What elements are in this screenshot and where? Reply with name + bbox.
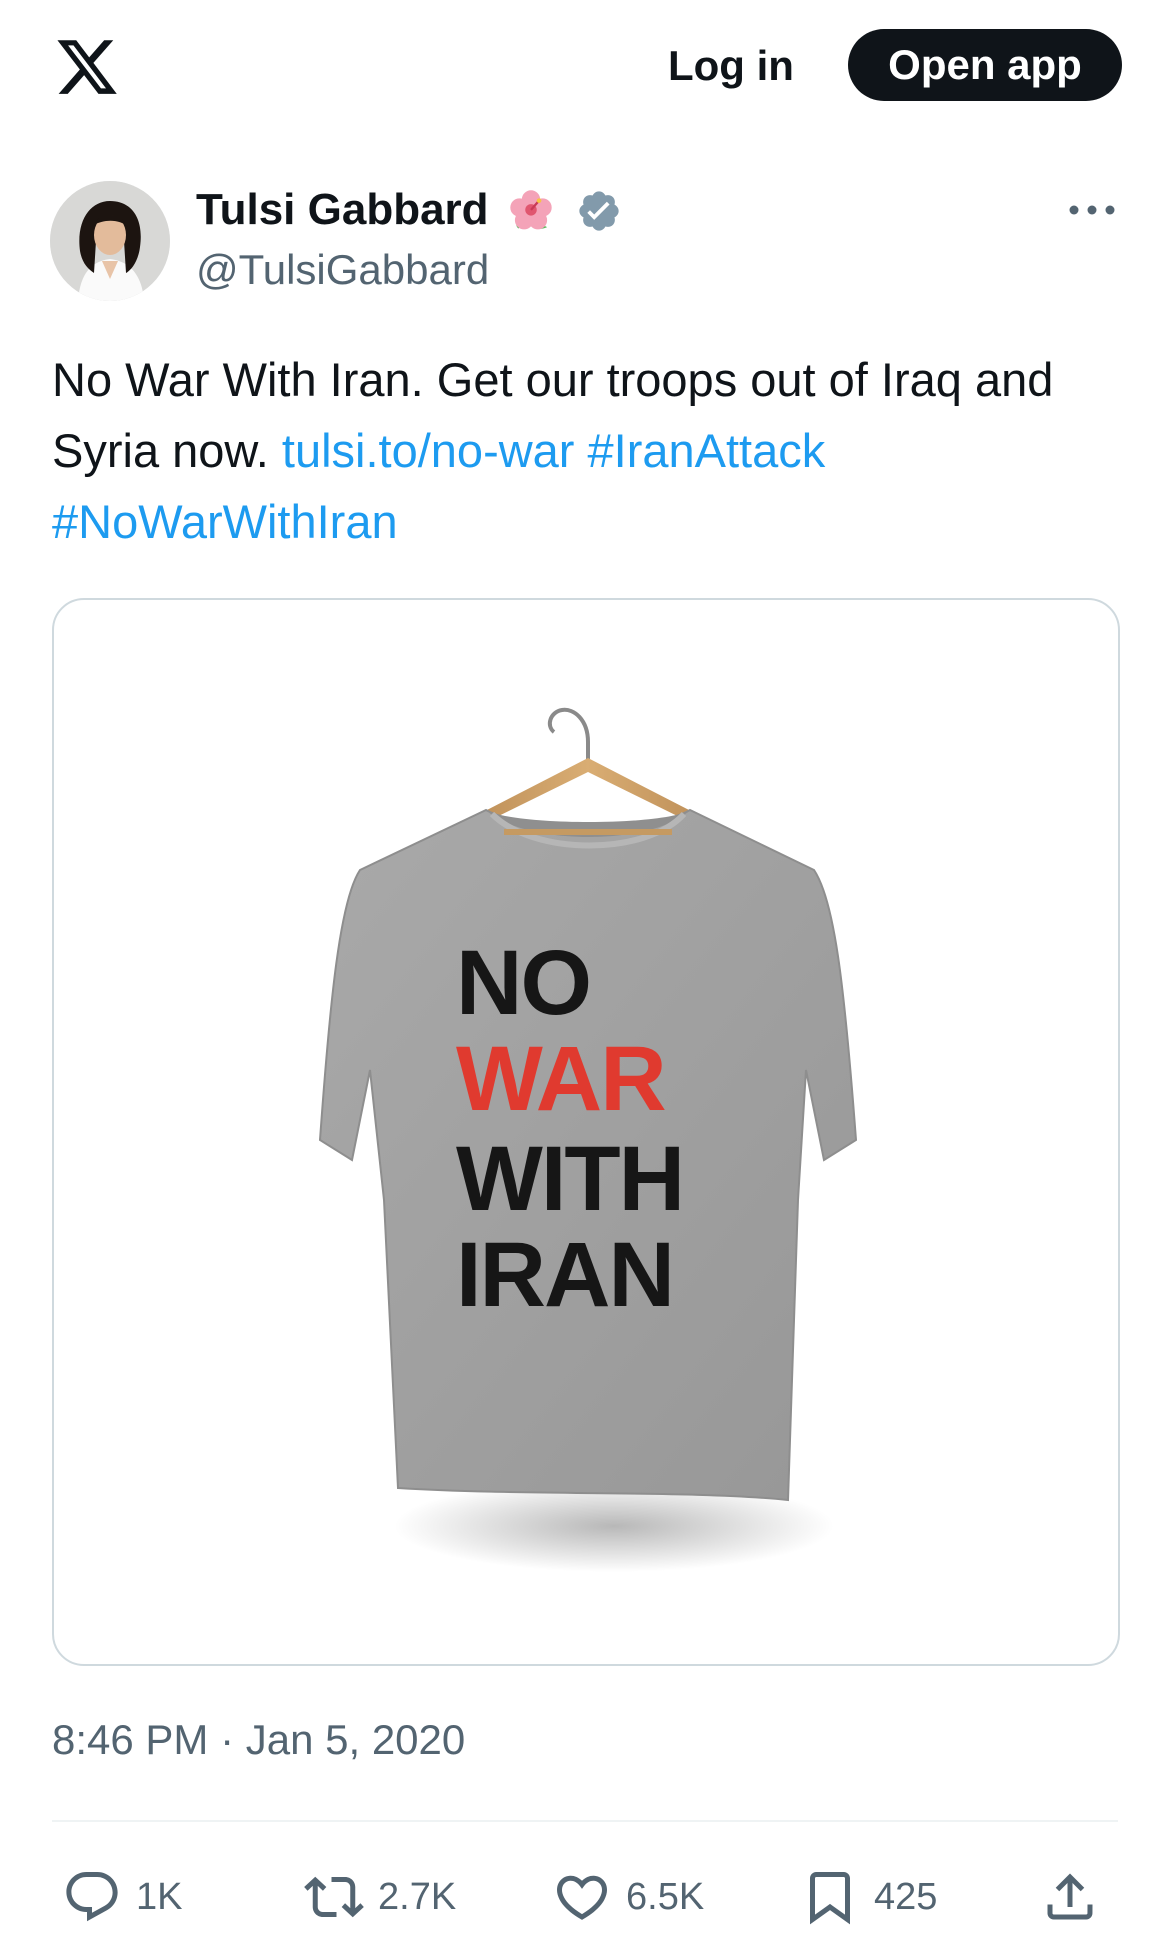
bookmark-button[interactable]: 425 — [800, 1862, 937, 1932]
bookmark-count: 425 — [874, 1875, 938, 1918]
tweet-media-image[interactable]: NO WAR WITH IRAN — [52, 598, 1120, 1666]
divider — [52, 1820, 1118, 1822]
hashtag-nowarwithiran[interactable]: #NoWarWithIran — [52, 495, 398, 548]
heart-icon — [556, 1875, 608, 1920]
like-button[interactable]: 6.5K — [552, 1862, 704, 1932]
share-icon — [1047, 1873, 1093, 1920]
bookmark-icon — [810, 1872, 850, 1925]
shirt-text-war: WAR — [456, 1028, 665, 1130]
author-name[interactable]: Tulsi Gabbard — [196, 184, 489, 236]
avatar-portrait-image — [50, 181, 170, 301]
more-options-icon[interactable] — [1064, 190, 1120, 230]
shirt-text-no: NO — [456, 932, 590, 1034]
reply-icon — [66, 1872, 118, 1922]
retweet-icon — [304, 1876, 364, 1918]
retweet-button[interactable]: 2.7K — [304, 1862, 456, 1932]
tweet-link[interactable]: tulsi.to/no-war — [282, 424, 575, 477]
tweet-timestamp[interactable]: 8:46 PM · Jan 5, 2020 — [52, 1712, 465, 1768]
hibiscus-flower-icon — [510, 190, 552, 230]
hashtag-iranattack[interactable]: #IranAttack — [588, 424, 826, 477]
verified-badge-icon — [579, 191, 619, 231]
login-link[interactable]: Log in — [668, 38, 794, 94]
shirt-text-with: WITH — [456, 1128, 683, 1230]
author-handle[interactable]: @TulsiGabbard — [196, 244, 489, 296]
reply-button[interactable]: 1K — [62, 1862, 182, 1932]
reply-count: 1K — [136, 1875, 183, 1918]
open-app-button[interactable]: Open app — [848, 29, 1122, 101]
x-logo-icon[interactable] — [52, 34, 122, 100]
retweet-count: 2.7K — [378, 1875, 457, 1918]
tweet-text: No War With Iran. Get our troops out of … — [52, 344, 1122, 557]
avatar[interactable] — [50, 181, 170, 301]
tshirt-image: NO WAR WITH IRAN — [318, 707, 858, 1572]
share-button[interactable] — [1040, 1862, 1114, 1932]
shirt-text-iran: IRAN — [456, 1224, 673, 1326]
like-count: 6.5K — [626, 1875, 705, 1918]
